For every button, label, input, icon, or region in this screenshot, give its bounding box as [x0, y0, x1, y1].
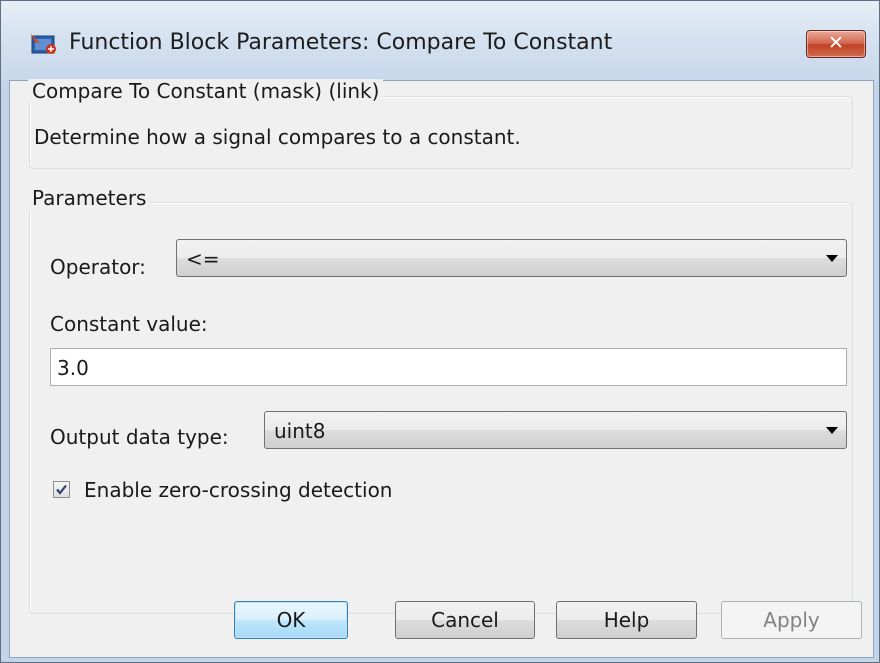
chevron-down-icon — [826, 255, 838, 262]
operator-dropdown[interactable]: <= — [176, 239, 847, 277]
close-icon: ✕ — [828, 32, 844, 54]
apply-button[interactable]: Apply — [721, 601, 862, 639]
constant-value-field[interactable]: 3.0 — [50, 348, 847, 386]
zero-crossing-label[interactable]: Enable zero-crossing detection — [84, 478, 393, 502]
checkmark-icon — [56, 484, 67, 495]
mask-group-legend: Compare To Constant (mask) (link) — [28, 79, 384, 103]
output-data-type-label: Output data type: — [50, 425, 229, 449]
dialog-window: Function Block Parameters: Compare To Co… — [0, 0, 880, 663]
ok-button[interactable]: OK — [234, 601, 348, 639]
cancel-button[interactable]: Cancel — [395, 601, 535, 639]
operator-label: Operator: — [50, 255, 146, 279]
close-button[interactable]: ✕ — [806, 30, 866, 58]
constant-value-label: Constant value: — [50, 312, 208, 336]
simulink-block-icon — [30, 33, 56, 54]
output-data-type-dropdown[interactable]: uint8 — [264, 411, 847, 449]
window-title: Function Block Parameters: Compare To Co… — [69, 30, 613, 55]
mask-description-text: Determine how a signal compares to a con… — [34, 125, 521, 149]
dialog-client-area: Compare To Constant (mask) (link) Determ… — [9, 79, 874, 658]
zero-crossing-checkbox[interactable] — [53, 481, 70, 498]
title-bar[interactable]: Function Block Parameters: Compare To Co… — [1, 1, 879, 81]
chevron-down-icon — [826, 427, 838, 434]
output-data-type-value: uint8 — [274, 419, 326, 443]
help-button[interactable]: Help — [556, 601, 697, 639]
parameters-group-legend: Parameters — [28, 186, 151, 210]
constant-value-text: 3.0 — [57, 356, 89, 380]
operator-dropdown-value: <= — [186, 247, 220, 271]
